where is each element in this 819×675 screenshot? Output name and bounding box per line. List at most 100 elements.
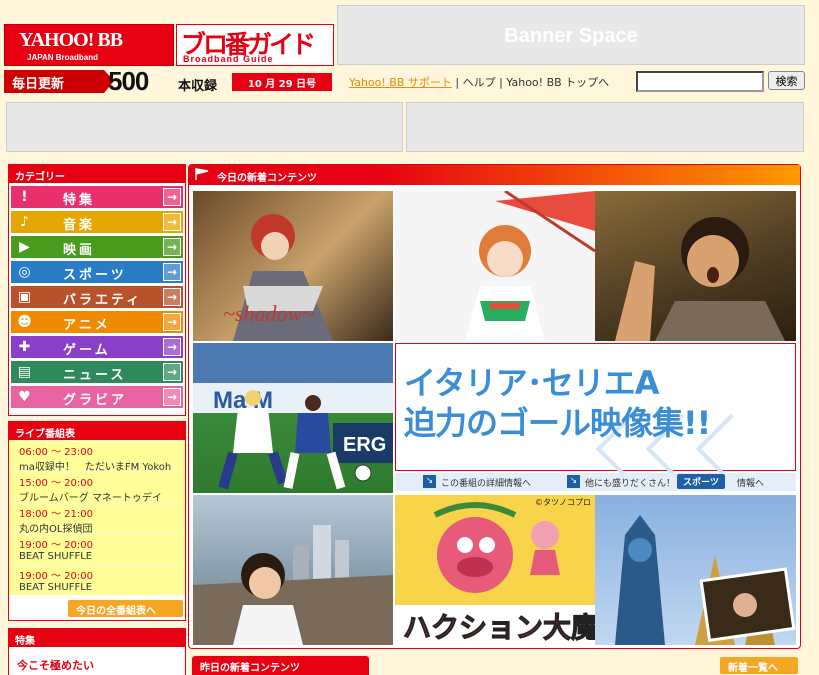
category-item[interactable]: ! 特集 →: [11, 186, 183, 208]
category-item[interactable]: ▶ 映画 →: [11, 236, 183, 258]
category-label: バラエティ: [63, 293, 143, 308]
feature-heading: 特集: [9, 629, 185, 647]
city-girl-image: [193, 525, 393, 645]
thai-temple-image: [615, 515, 796, 645]
yahoo-bb-logo[interactable]: YAHOO! BB JAPAN Broadband: [4, 24, 174, 66]
live-program-name: ブルームバーグ マネートゥデイ: [19, 493, 162, 504]
arrow-right-icon: →: [163, 288, 181, 306]
category-item[interactable]: ✚ ゲーム →: [11, 336, 183, 358]
exclamation-icon: !: [21, 189, 31, 205]
musician-image: [615, 217, 785, 341]
program-count: 500: [108, 66, 149, 96]
live-schedule-item[interactable]: 06:00 ～ 23:00 ma収録中！ ただいまFM Yokoh: [9, 440, 185, 473]
yesterday-content-heading: 昨日の新着コンテンツ: [192, 656, 369, 675]
anime-icon: ☻: [17, 314, 35, 330]
broadband-guide-logo[interactable]: ブロ番ガイド Broadband Guide: [176, 24, 334, 66]
music-content-thumbnail[interactable]: [595, 191, 796, 341]
travel-content-thumbnail[interactable]: [595, 495, 796, 645]
live-time: 18:00 ～ 21:00: [19, 509, 93, 520]
serie-a-headline[interactable]: イタリア･セリエA 迫力のゴール映像集!!: [395, 343, 796, 485]
game-content-thumbnail[interactable]: ~shadow~: [193, 191, 393, 341]
feature-link[interactable]: 今こそ極めたい: [9, 647, 185, 673]
program-info-bar: ↘ この番組の詳細情報へ ↘ 他にも盛りだくさん！ スポーツ 情報へ: [395, 473, 796, 491]
game-character-image: ~shadow~: [223, 214, 333, 341]
category-label: アニメ: [63, 318, 111, 333]
new-list-button[interactable]: 新着一覧へ: [720, 657, 798, 674]
link-separator: |: [495, 76, 507, 89]
yahoo-logo-subtext: JAPAN Broadband: [27, 53, 98, 62]
soccer-ball-icon: ◎: [18, 264, 34, 280]
category-item[interactable]: ▤ ニュース →: [11, 361, 183, 383]
category-item[interactable]: ♪ 音楽 →: [11, 211, 183, 233]
banner-text: Banner Space: [504, 25, 638, 47]
category-heading: カテゴリー: [9, 165, 185, 183]
live-time: 06:00 ～ 23:00: [19, 447, 93, 458]
live-schedule-item[interactable]: 15:00 ～ 20:00 ブルームバーグ マネートゥデイ: [9, 471, 185, 504]
search-input[interactable]: [636, 71, 764, 92]
arrow-right-icon: →: [163, 388, 181, 406]
category-list: ! 特集 → ♪ 音楽 → ▶ 映画 → ◎ スポーツ → ▣ バラエティ → ☻ アニメ → ✚ ゲーム → ▤ ニュース…: [9, 186, 185, 408]
info-link[interactable]: 情報へ: [737, 476, 764, 489]
live-time: 19:00 ～ 20:00: [19, 571, 93, 582]
live-schedule-list: 06:00 ～ 23:00 ma収録中！ ただいまFM Yokoh 15:00 ～ …: [9, 440, 185, 595]
live-schedule-panel: ライブ番組表 06:00 ～ 23:00 ma収録中！ ただいまFM Yokoh 1…: [8, 421, 186, 621]
svg-text:~shadow~: ~shadow~: [223, 301, 314, 326]
live-program-name: ma収録中！ ただいまFM Yokoh: [19, 462, 172, 473]
music-icon: ♪: [20, 214, 32, 230]
full-schedule-button[interactable]: 今日の全番組表へ: [68, 600, 183, 617]
heart-icon: ♥: [18, 389, 34, 405]
arrow-right-icon: →: [163, 263, 181, 281]
gravure-content-thumbnail[interactable]: [395, 191, 595, 341]
anime-content-thumbnail[interactable]: ハクション大魔王 ©タツノコプロ: [395, 495, 595, 645]
guide-logo-subtext: Broadband Guide: [183, 54, 274, 64]
category-item[interactable]: ♥ グラビア →: [11, 386, 183, 408]
banner-space[interactable]: Banner Space: [337, 5, 805, 65]
ad-box-left[interactable]: [6, 102, 403, 152]
todays-new-content-heading: 今日の新着コンテンツ: [189, 165, 800, 185]
arrow-right-icon: →: [163, 313, 181, 331]
svg-text:ERG: ERG: [343, 434, 386, 456]
category-label: 映画: [63, 243, 96, 258]
category-label: 特集: [63, 193, 96, 208]
category-item[interactable]: ☻ アニメ →: [11, 311, 183, 333]
category-label: ニュース: [63, 368, 127, 383]
anime-character-image: ハクション大魔王 ©タツノコプロ: [395, 498, 595, 645]
sports-tag[interactable]: スポーツ: [677, 474, 725, 489]
live-schedule-item[interactable]: 18:00 ～ 21:00 丸の内OL探偵団: [9, 502, 185, 535]
tv-icon: ▣: [17, 289, 35, 305]
ad-box-right[interactable]: [406, 102, 804, 152]
arrow-icon: ↘: [423, 475, 436, 488]
program-detail-link[interactable]: この番組の詳細情報へ: [441, 476, 531, 489]
category-item[interactable]: ▣ バラエティ →: [11, 286, 183, 308]
more-content-link[interactable]: 他にも盛りだくさん！: [585, 476, 675, 489]
help-link[interactable]: ヘルプ: [463, 76, 496, 89]
todays-new-content-title: 今日の新着コンテンツ: [217, 173, 317, 184]
top-links: Yahoo! BB サポート | ヘルプ | Yahoo! BB トップへ: [349, 74, 609, 90]
yahoo-bb-top-link[interactable]: Yahoo! BB トップへ: [506, 76, 609, 89]
live-time: 19:00 ～ 20:00: [19, 540, 93, 551]
arrow-right-icon: →: [163, 363, 181, 381]
arrow-icon: ↘: [567, 475, 580, 488]
news-icon: ▤: [17, 364, 35, 380]
category-panel: カテゴリー ! 特集 → ♪ 音楽 → ▶ 映画 → ◎ スポーツ → ▣ バラエティ → ☻ アニメ → ✚ ゲーム…: [8, 164, 186, 416]
drama-content-thumbnail[interactable]: [193, 495, 393, 645]
headline-line-2: 迫力のゴール映像集!!: [404, 404, 711, 442]
flag-icon: [195, 168, 209, 180]
race-queen-image: [465, 191, 595, 341]
issue-date: 10 月 29 日号: [232, 73, 332, 91]
live-schedule-item[interactable]: 19:00 ～ 20:00 BEAT SHUFFLE: [9, 564, 185, 595]
category-label: ゲーム: [63, 343, 111, 358]
todays-new-content-panel: 今日の新着コンテンツ ~shadow~ Ma M ERG イタリア･セリエA 迫…: [188, 164, 801, 649]
category-item[interactable]: ◎ スポーツ →: [11, 261, 183, 283]
arrow-right-icon: →: [163, 213, 181, 231]
support-link[interactable]: Yahoo! BB サポート: [349, 76, 452, 89]
camera-icon: ▶: [19, 239, 33, 255]
yahoo-logo-text: YAHOO! BB: [19, 29, 123, 51]
gamepad-icon: ✚: [18, 339, 34, 355]
soccer-content-thumbnail[interactable]: Ma M ERG: [193, 343, 393, 493]
feature-panel: 特集 今こそ極めたい: [8, 628, 186, 675]
search-button[interactable]: 検索: [768, 71, 805, 90]
live-schedule-item[interactable]: 19:00 ～ 20:00 BEAT SHUFFLE: [9, 533, 185, 564]
category-label: スポーツ: [63, 268, 127, 283]
live-schedule-heading: ライブ番組表: [9, 422, 185, 440]
